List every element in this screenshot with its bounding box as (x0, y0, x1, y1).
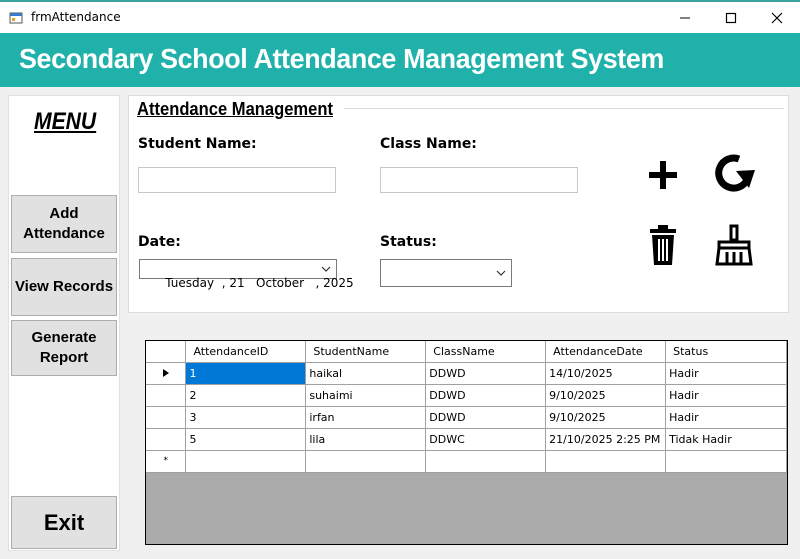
window-title: frmAttendance (31, 10, 121, 24)
table-cell[interactable]: lila (305, 428, 427, 451)
table-row[interactable]: 1 haikal DDWD 14/10/2025 Hadir (146, 362, 787, 385)
table-cell[interactable]: 5 (185, 428, 307, 451)
group-divider (344, 108, 784, 109)
date-picker[interactable]: Tuesday , 21 October , 2025 (139, 259, 354, 290)
menu-title: MENU (34, 108, 97, 135)
trash-icon (650, 225, 676, 265)
table-cell[interactable]: 9/10/2025 (545, 406, 667, 429)
table-cell[interactable]: Hadir (665, 362, 787, 385)
close-button[interactable] (754, 2, 800, 33)
attendance-group: Attendance Management Student Name: Clas… (128, 95, 789, 313)
table-cell[interactable]: Tidak Hadir (665, 428, 787, 451)
table-cell[interactable]: 9/10/2025 (545, 384, 667, 407)
view-records-button[interactable]: View Records (11, 258, 117, 316)
chevron-down-icon (321, 266, 331, 272)
maximize-icon (725, 12, 737, 23)
app-icon (9, 12, 23, 24)
table-row[interactable]: 5 lila DDWC 21/10/2025 2:25 PM Tidak Had… (146, 428, 787, 451)
chevron-down-icon (496, 270, 506, 276)
table-cell[interactable]: DDWD (425, 362, 547, 385)
table-cell[interactable]: DDWD (425, 384, 547, 407)
class-name-input[interactable] (380, 167, 578, 193)
delete-button[interactable] (640, 222, 686, 268)
broom-icon (715, 224, 753, 266)
student-name-input[interactable] (138, 167, 336, 193)
exit-button[interactable]: Exit (11, 496, 117, 549)
minimize-icon (680, 17, 690, 18)
row-selector[interactable] (146, 406, 187, 429)
current-row-arrow-icon (162, 368, 169, 377)
table-cell[interactable] (665, 450, 787, 473)
row-selector[interactable] (146, 384, 187, 407)
column-header[interactable]: Status (665, 341, 787, 363)
table-cell[interactable]: Hadir (665, 406, 787, 429)
generate-report-button[interactable]: Generate Report (11, 320, 117, 376)
class-name-label: Class Name: (380, 136, 477, 152)
status-label: Status: (380, 234, 437, 250)
table-cell[interactable]: haikal (305, 362, 427, 385)
minimize-button[interactable] (662, 2, 708, 33)
plus-icon (649, 161, 677, 189)
table-cell[interactable]: DDWC (425, 428, 547, 451)
add-attendance-button[interactable]: Add Attendance (11, 195, 117, 253)
attendance-grid[interactable]: AttendanceID StudentName ClassName Atten… (145, 340, 788, 545)
row-header-corner (146, 341, 187, 363)
row-selector[interactable] (146, 362, 187, 385)
table-cell[interactable]: 1 (185, 362, 307, 385)
table-cell[interactable] (185, 450, 307, 473)
table-cell[interactable] (425, 450, 547, 473)
refresh-icon (715, 154, 755, 192)
new-row[interactable]: * (146, 450, 787, 473)
grid-header-row: AttendanceID StudentName ClassName Atten… (146, 341, 787, 363)
attendance-table: AttendanceID StudentName ClassName Atten… (146, 341, 787, 473)
column-header[interactable]: AttendanceID (185, 341, 307, 363)
date-label: Date: (138, 234, 181, 250)
row-selector[interactable] (146, 428, 187, 451)
table-cell[interactable]: suhaimi (305, 384, 427, 407)
table-cell[interactable] (545, 450, 667, 473)
app-header: Secondary School Attendance Management S… (0, 33, 800, 87)
add-record-button[interactable] (640, 152, 686, 198)
table-cell[interactable]: DDWD (425, 406, 547, 429)
close-icon (771, 12, 783, 23)
status-select[interactable] (380, 259, 512, 287)
table-cell[interactable] (305, 450, 427, 473)
table-cell[interactable]: 21/10/2025 2:25 PM (545, 428, 667, 451)
group-title: Attendance Management (137, 99, 334, 119)
date-value: Tuesday , 21 October , 2025 (165, 276, 354, 290)
table-cell[interactable]: irfan (305, 406, 427, 429)
new-row-marker: * (146, 450, 187, 473)
app-title: Secondary School Attendance Management S… (19, 43, 664, 74)
table-cell[interactable]: 14/10/2025 (545, 362, 667, 385)
table-cell[interactable]: Hadir (665, 384, 787, 407)
side-menu: MENU Add Attendance View Records Generat… (8, 95, 120, 551)
column-header[interactable]: AttendanceDate (545, 341, 667, 363)
refresh-button[interactable] (711, 150, 757, 196)
table-cell[interactable]: 3 (185, 406, 307, 429)
table-cell[interactable]: 2 (185, 384, 307, 407)
student-name-label: Student Name: (138, 136, 257, 152)
window-titlebar: frmAttendance (0, 0, 800, 33)
maximize-button[interactable] (708, 2, 754, 33)
column-header[interactable]: ClassName (425, 341, 547, 363)
clear-button[interactable] (711, 222, 757, 268)
table-row[interactable]: 2 suhaimi DDWD 9/10/2025 Hadir (146, 384, 787, 407)
column-header[interactable]: StudentName (305, 341, 427, 363)
table-row[interactable]: 3 irfan DDWD 9/10/2025 Hadir (146, 406, 787, 429)
